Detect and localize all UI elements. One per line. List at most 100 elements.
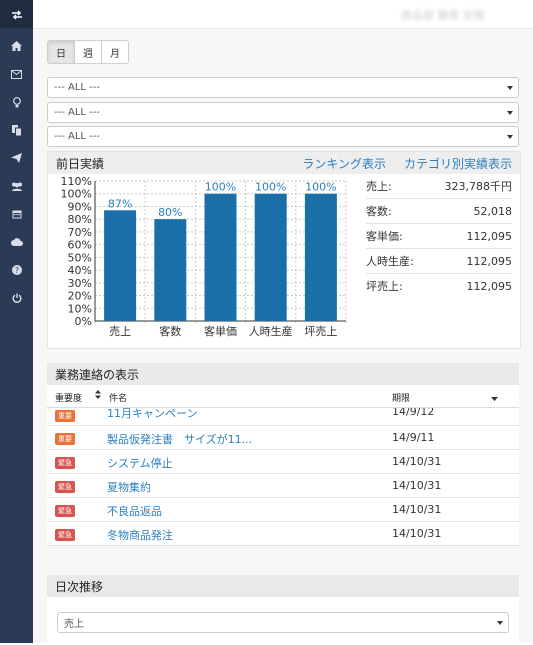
y-tick-label: 90% (68, 200, 92, 213)
stat-row: 売上: 323,788千円 (366, 174, 512, 199)
sales-chart: 0% 10% 20% 30% 40% 50% 60% 70% 80% 90% 100% 110% 87%… (48, 174, 348, 338)
stat-label: 客単価: (366, 230, 403, 243)
filter-select-3[interactable]: --- ALL --- (47, 126, 519, 147)
sales-stats: 売上: 323,788千円 客数: 52,018 客単価: 112,095 人時… (366, 174, 512, 298)
sales-chart-svg: 0%10%20%30%40%50%60%70%80%90%100%110%87%… (61, 175, 347, 338)
period-month-button[interactable]: 月 (102, 41, 128, 63)
period-week-button[interactable]: 週 (75, 41, 102, 63)
user-name[interactable]: 商品部 藤原 宏樹 (401, 7, 485, 23)
exchange-icon (11, 5, 23, 24)
sidebar-item-mail[interactable] (0, 60, 33, 88)
message-deadline: 14/9/11 (392, 431, 435, 444)
message-subject[interactable]: 11月キャンペーン (107, 408, 197, 421)
message-deadline: 14/10/31 (392, 455, 442, 468)
users-icon (11, 182, 23, 191)
col-subject[interactable]: 件名 (109, 391, 127, 404)
daily-trend-panel: 日次推移 売上 (47, 575, 519, 645)
table-row[interactable]: 緊急 システム停止 14/10/31 (47, 450, 519, 474)
x-tick-label: 人時生産 (249, 324, 293, 338)
message-subject[interactable]: 不良品返品 (107, 503, 162, 519)
y-tick-label: 40% (68, 264, 92, 277)
chevron-down-icon (497, 621, 503, 625)
x-tick-label: 客単価 (204, 324, 237, 338)
filter-select-2[interactable]: --- ALL --- (47, 102, 519, 123)
table-row[interactable]: 緊急 夏物集約 14/10/31 (47, 474, 519, 498)
calendar-icon (12, 209, 22, 219)
message-subject[interactable]: 冬物商品発注 (107, 527, 173, 543)
lightbulb-icon (12, 96, 21, 108)
sort-icon[interactable] (95, 390, 101, 402)
stat-row: 客単価: 112,095 (366, 224, 512, 249)
chevron-down-icon (507, 135, 513, 139)
bar-data-label: 87% (108, 197, 132, 210)
ranking-link[interactable]: ランキング表示 (302, 155, 386, 172)
stat-row: 人時生産: 112,095 (366, 249, 512, 274)
envelope-icon (11, 69, 22, 79)
chevron-down-icon (507, 111, 513, 115)
filter-select-2-value: --- ALL --- (54, 107, 100, 118)
home-icon (11, 41, 22, 51)
bar-data-label: 100% (305, 181, 336, 194)
sales-panel-title: 前日実績 (56, 156, 105, 171)
y-tick-label: 110% (61, 175, 92, 188)
power-icon (12, 293, 22, 303)
bar (104, 210, 137, 321)
stat-value: 112,095 (466, 229, 513, 243)
period-day-button[interactable]: 日 (48, 41, 75, 63)
bar (204, 193, 237, 321)
send-icon (11, 153, 22, 163)
y-tick-label: 30% (68, 277, 92, 290)
y-tick-label: 20% (68, 290, 92, 303)
stat-label: 坪売上: (366, 280, 403, 293)
col-deadline[interactable]: 期限 (392, 391, 410, 404)
stat-label: 人時生産: (366, 255, 414, 268)
stat-label: 売上: (366, 180, 392, 193)
bar (304, 193, 337, 321)
message-subject[interactable]: 夏物集約 (107, 479, 151, 495)
x-tick-label: 売上 (109, 325, 131, 338)
sidebar-item-home[interactable] (0, 32, 33, 60)
y-tick-label: 100% (61, 188, 92, 201)
x-tick-label: 坪売上 (304, 325, 337, 338)
stat-row: 客数: 52,018 (366, 199, 512, 224)
daily-trend-header: 日次推移 (47, 575, 519, 597)
message-subject[interactable]: 製品仮発注書 サイズが11... (107, 431, 252, 447)
bar-data-label: 100% (205, 181, 236, 194)
daily-trend-select[interactable]: 売上 (57, 612, 509, 633)
stat-row: 坪売上: 112,095 (366, 274, 512, 298)
sidebar-item-ideas[interactable] (0, 88, 33, 116)
category-results-link[interactable]: カテゴリ別実績表示 (404, 155, 512, 172)
col-priority[interactable]: 重要度 (55, 391, 82, 404)
filter-select-1[interactable]: --- ALL --- (47, 77, 519, 98)
sidebar-item-logout[interactable] (0, 284, 33, 312)
sidebar-item-send[interactable] (0, 144, 33, 172)
y-tick-label: 60% (68, 239, 92, 252)
top-bar: 商品部 藤原 宏樹 (33, 0, 533, 29)
table-row[interactable]: 緊急 冬物商品発注 14/10/31 (47, 522, 519, 546)
chevron-down-icon (507, 86, 513, 90)
table-row[interactable]: 重要 11月キャンペーン 14/9/12 (47, 408, 519, 426)
chevron-down-icon[interactable] (491, 394, 498, 404)
daily-trend-title: 日次推移 (55, 579, 104, 594)
sidebar-item-documents[interactable] (0, 116, 33, 144)
y-tick-label: 50% (68, 251, 92, 264)
table-row[interactable]: 重要 製品仮発注書 サイズが11... 14/9/11 (47, 426, 519, 450)
y-tick-label: 80% (68, 213, 92, 226)
messages-panel: 業務連絡の表示 重要度 件名 期限 重要 11月キャンペーン 14/9/12 重… (47, 363, 519, 563)
message-deadline: 14/10/31 (392, 503, 442, 516)
priority-badge: 重要 (55, 410, 75, 422)
bar-data-label: 100% (255, 181, 286, 194)
table-row[interactable]: 緊急 不良品返品 14/10/31 (47, 498, 519, 522)
priority-badge: 緊急 (55, 457, 75, 469)
sidebar-item-users[interactable] (0, 172, 33, 200)
y-tick-label: 0% (75, 315, 92, 328)
sidebar-toggle[interactable] (0, 0, 33, 28)
sidebar-item-calendar[interactable] (0, 200, 33, 228)
bar (154, 219, 187, 321)
sidebar-item-cloud[interactable] (0, 228, 33, 256)
messages-table-header: 重要度 件名 期限 (47, 385, 519, 408)
stat-value: 323,788千円 (444, 180, 513, 193)
message-subject[interactable]: システム停止 (107, 455, 173, 471)
sidebar-item-help[interactable]: ? (0, 256, 33, 284)
stat-value: 52,018 (473, 204, 513, 218)
